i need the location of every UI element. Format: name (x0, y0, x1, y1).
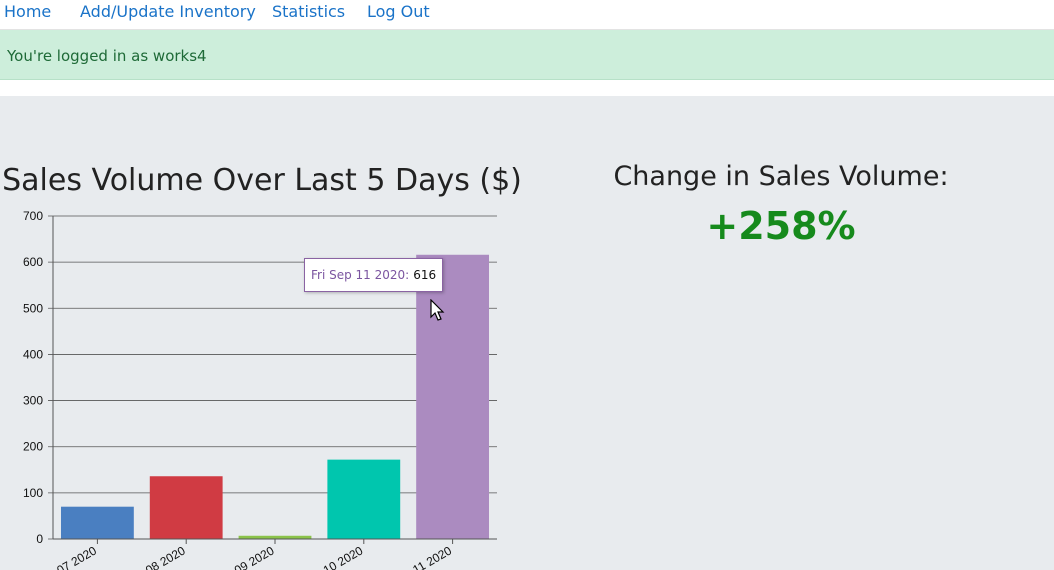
bar-tooltip: Fri Sep 11 2020: 616 (304, 258, 444, 292)
change-value: +258% (706, 204, 856, 248)
nav-logout-link[interactable]: Log Out (367, 2, 430, 21)
nav-statistics-link[interactable]: Statistics (272, 2, 345, 21)
x-tick-label: p 08 2020 (134, 543, 188, 570)
bar-4 (327, 459, 401, 539)
x-tick-label: p 11 2020 (402, 543, 455, 570)
nav-inventory-link[interactable]: Add/Update Inventory (80, 2, 256, 21)
login-alert-text: You're logged in as works4 (7, 47, 207, 65)
change-title: Change in Sales Volume: (613, 161, 949, 192)
sales-bar-chart: 0 100 200 300 400 500 600 700 p 07 2020 p 08 2020… (23, 209, 497, 570)
bar-5 (416, 254, 490, 539)
x-tick-label: p 09 2020 (223, 543, 277, 570)
chart-title: Sales Volume Over Last 5 Days ($) (2, 163, 522, 198)
mouse-cursor-icon (430, 299, 445, 321)
spacer-band (0, 80, 1054, 96)
y-tick-label: 0 (36, 532, 43, 546)
y-tick-label: 400 (23, 347, 43, 361)
bar-2 (149, 476, 223, 539)
y-tick-label: 600 (23, 255, 43, 269)
top-nav: Home Add/Update Inventory Statistics Log… (0, 0, 1054, 30)
nav-home-link[interactable]: Home (4, 2, 51, 21)
tooltip-value: 616 (413, 268, 437, 282)
x-tick-label: p 10 2020 (312, 543, 366, 570)
y-tick-label: 100 (23, 486, 43, 500)
login-alert: You're logged in as works4 (0, 30, 1054, 80)
x-tick-label: p 07 2020 (46, 543, 100, 570)
y-tick-label: 200 (23, 440, 43, 454)
y-tick-label: 500 (23, 301, 43, 315)
y-tick-label: 700 (23, 209, 43, 223)
bar-1 (60, 506, 134, 539)
y-tick-label: 300 (23, 394, 43, 408)
tooltip-label: Fri Sep 11 2020: (311, 268, 410, 282)
